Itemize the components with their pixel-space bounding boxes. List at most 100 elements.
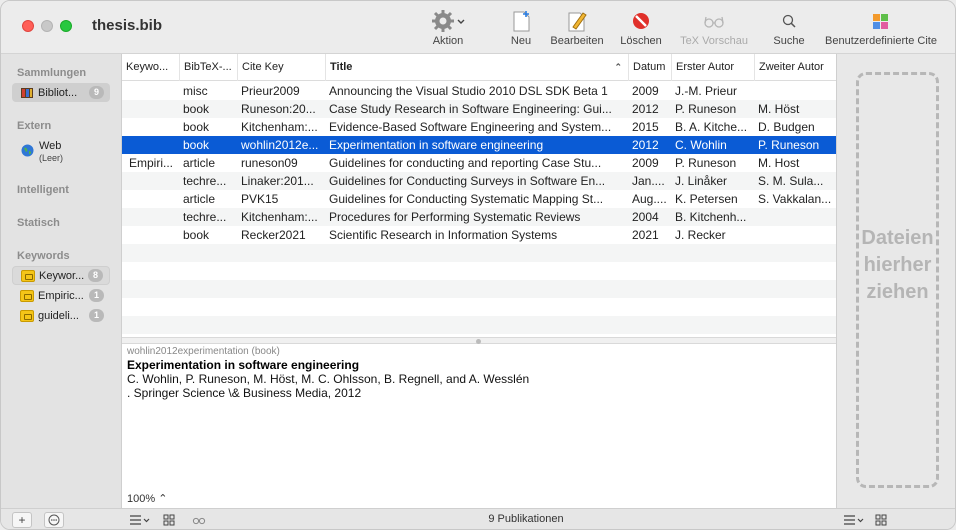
table-cell: 2009 [632,156,659,170]
preview-title: Experimentation in software engineering [127,358,360,372]
sidebar-item-library[interactable]: Bibliot... 9 [12,83,110,102]
file-drop-pane[interactable]: Dateien hierher ziehen [836,54,955,508]
table-cell: Empiri... [129,156,174,170]
section-keywords: Keywords [17,250,70,262]
table-cell: Guidelines for Conducting Systematic Map… [329,192,604,206]
table-cell: runeson09 [241,156,298,170]
table-cell: B. A. Kitche... [675,120,748,134]
delete-button[interactable]: Löschen [617,9,665,51]
preview-publisher: . Springer Science \& Business Media, 20… [127,386,362,400]
table-cell: Kitchenham:... [241,210,318,224]
table-cell: 2009 [632,84,659,98]
drop-hint-line-2: hierher [863,254,932,276]
keyword-label: Keywor... [39,269,85,282]
search-icon [782,14,796,28]
table-cell: Prieur2009 [241,84,300,98]
action-button[interactable]: Aktion [425,9,471,51]
column-header-cite-key[interactable]: Cite Key [237,54,325,81]
minimize-window-button[interactable] [41,20,53,32]
list-icon [844,515,864,525]
table-row[interactable]: book wohlin2012e... Experimentation in sof… [122,136,836,154]
table-cell: M. Höst [758,102,800,116]
table-cell: Scientific Research in Information Syste… [329,228,558,242]
sidebar-item-guidelines[interactable]: guideli... 1 [12,306,110,325]
section-extern: Extern [17,120,52,132]
table-row[interactable]: book Runeson:20... Case Study Research in … [122,100,836,118]
side-grid-button[interactable] [872,512,890,528]
web-label: Web [39,140,62,152]
table-cell: S. M. Sula... [758,174,824,188]
tex-preview-label: TeX Vorschau [680,35,748,47]
column-header-first-author[interactable]: Erster Autor [671,54,754,81]
table-cell: Runeson:20... [241,102,316,116]
table-cell [751,226,836,244]
action-label: Aktion [432,35,464,47]
table-cell: Evidence-Based Software Engineering and … [329,120,612,134]
custom-cite-button[interactable]: Benutzerdefinierte Cite [819,9,943,51]
new-label: Neu [510,35,532,47]
keyword-count-badge: 8 [87,269,103,282]
section-sammlungen: Sammlungen [17,67,87,79]
new-button[interactable]: Neu [506,9,536,51]
zoom-window-button[interactable] [60,20,72,32]
drop-hint-text: Dateien hierher ziehen [859,225,936,306]
table-cell: Aug.... [632,192,667,206]
table-cell: Recker2021 [241,228,306,242]
table-row[interactable]: article PVK15 Guidelines for Conducting Sy… [122,190,836,208]
drop-hint-line-3: ziehen [866,281,929,303]
side-list-menu-button[interactable] [840,512,868,528]
search-label: Suche [773,35,805,47]
sidebar-item-keywords[interactable]: Keywor... 8 [12,266,110,285]
tex-preview-button[interactable]: TeX Vorschau [676,9,752,51]
empty-table-row [122,298,836,316]
table-cell: D. Budgen [758,120,815,134]
delete-icon [633,13,649,29]
table-cell: book [183,120,210,134]
sidebar-item-empirical[interactable]: Empiric... 1 [12,286,110,305]
table-cell: 2021 [632,228,659,242]
table-row[interactable]: book Recker2021 Scientific Research in Inf… [122,226,836,244]
table-cell: misc [183,84,208,98]
column-header-date[interactable]: Datum [628,54,671,81]
table-cell: Guidelines for conducting and reporting … [329,156,602,170]
table-header: Keywo... BibTeX-... Cite Key Title ⌃ Dat… [122,54,836,81]
table-cell: article [183,192,216,206]
table-row[interactable]: techre... Linaker:201... Guidelines for Co… [122,172,836,190]
table-cell: 2012 [632,102,659,116]
column-header-second-author[interactable]: Zweiter Autor [754,54,836,81]
table-cell: book [183,138,210,152]
table-row[interactable]: techre... Kitchenham:... Procedures for Pe… [122,208,836,226]
close-window-button[interactable] [22,20,34,32]
custom-cite-label: Benutzerdefinierte Cite [825,35,937,47]
search-button[interactable]: Suche [771,9,807,51]
table-cell [122,226,176,244]
table-row[interactable]: misc Prieur2009 Announcing the Visual Stud… [122,82,836,100]
table-cell: P. Runeson [675,102,737,116]
table-cell: J. Linåker [675,174,728,188]
publication-count: 9 Publikationen [488,513,564,525]
table-cell [122,208,176,226]
table-row[interactable]: Empiri... article runeson09 Guidelines for … [122,154,836,172]
sidebar: Sammlungen Bibliot... 9 Extern Web (Leer… [1,54,122,508]
keyword-count-badge: 1 [88,309,104,322]
zoom-selector[interactable]: 100% ⌃ [127,492,167,505]
folder-icon [20,289,34,302]
table-cell: book [183,228,210,242]
app-window: thesis.bib Aktion Neu Bearbeiten Löschen… [0,0,956,530]
column-header-bibtex-type[interactable]: BibTeX-... [179,54,237,81]
column-header-title[interactable]: Title ⌃ [325,54,628,81]
edit-button[interactable]: Bearbeiten [546,9,608,51]
split-view-divider[interactable] [122,337,836,344]
table-cell: 2015 [632,120,659,134]
column-header-keywords[interactable]: Keywo... [122,54,179,81]
grid-icon [875,514,887,526]
table-cell: book [183,102,210,116]
new-document-icon [513,11,530,32]
table-row[interactable]: book Kitchenham:... Evidence-Based Softwar… [122,118,836,136]
table-cell: Kitchenham:... [241,120,318,134]
gear-icon [432,10,465,32]
table-cell: Announcing the Visual Studio 2010 DSL SD… [329,84,608,98]
drop-target[interactable]: Dateien hierher ziehen [856,72,939,488]
library-label: Bibliot... [38,86,78,99]
table-cell: C. Wohlin [675,138,727,152]
